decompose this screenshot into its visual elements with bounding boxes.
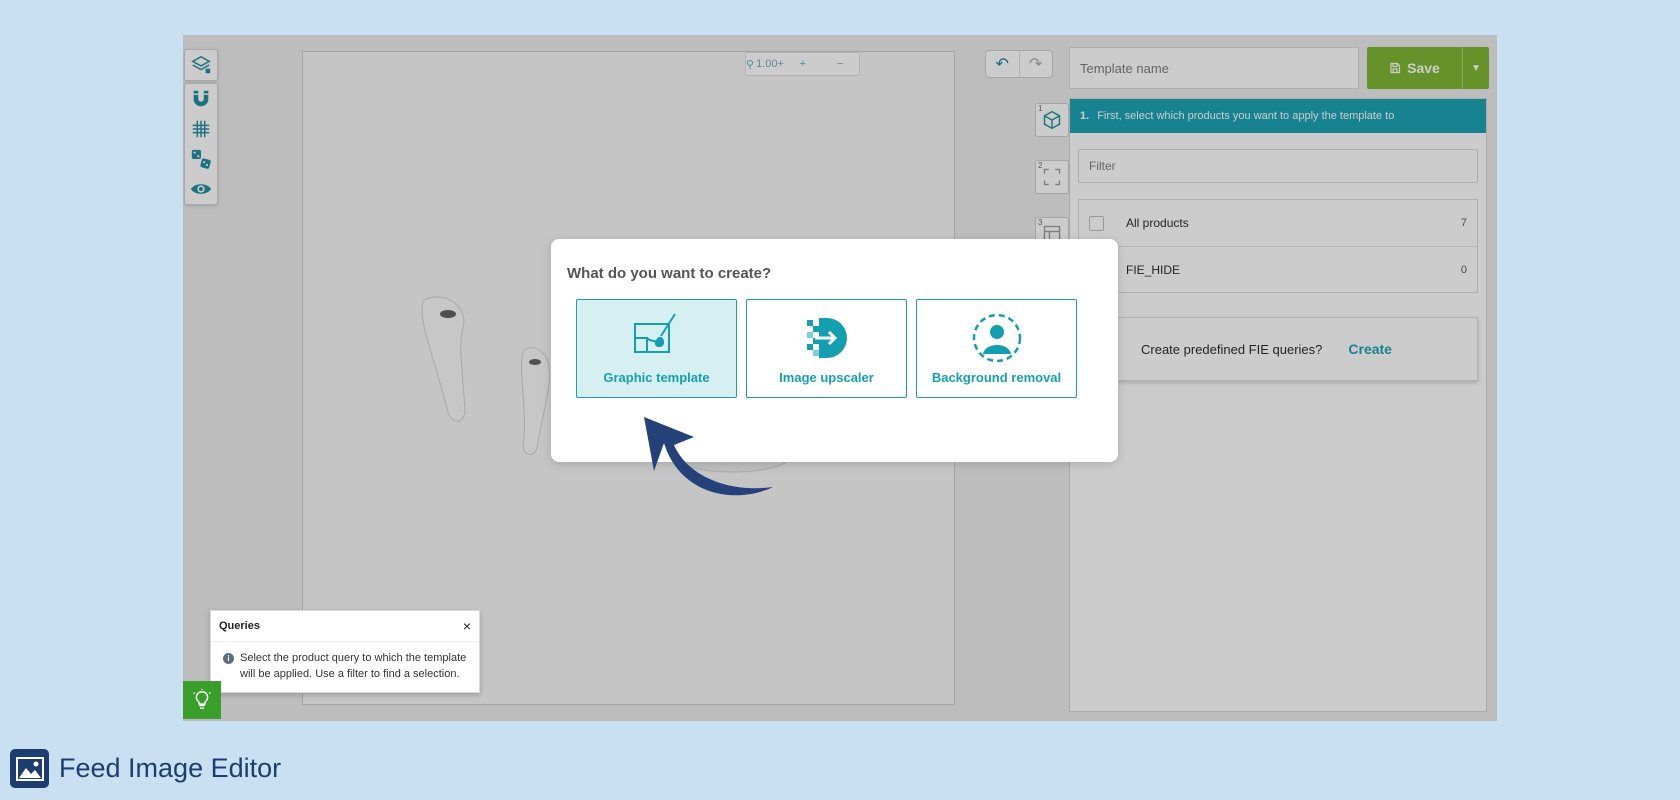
curved-arrow-pointer xyxy=(644,417,773,496)
modal-title: What do you want to create? xyxy=(567,265,772,282)
create-type-modal: What do you want to create? Graphic temp… xyxy=(551,239,1118,462)
background-removal-option[interactable]: Background removal xyxy=(916,299,1077,398)
graphic-template-icon xyxy=(633,313,676,353)
option-label: Image upscaler xyxy=(779,370,874,385)
queries-text: Select the product query to which the te… xyxy=(240,652,467,680)
image-upscaler-option[interactable]: Image upscaler xyxy=(746,299,907,398)
brand-name: Feed Image Editor xyxy=(59,753,282,783)
image-logo-icon xyxy=(10,749,49,788)
lightbulb-icon xyxy=(193,689,211,709)
hint-button[interactable] xyxy=(183,681,221,719)
background-removal-icon xyxy=(972,313,1021,363)
queries-header: Queries × xyxy=(211,611,479,642)
graphic-template-option[interactable]: Graphic template xyxy=(576,299,737,398)
brand-footer: Feed Image Editor xyxy=(10,749,281,788)
queries-title: Queries xyxy=(219,620,260,632)
option-label: Graphic template xyxy=(603,370,710,385)
info-icon: i xyxy=(223,653,234,664)
queries-body: i Select the product query to which the … xyxy=(211,642,479,690)
close-icon[interactable]: × xyxy=(463,618,471,634)
image-upscaler-icon xyxy=(806,318,847,358)
queries-popover: Queries × i Select the product query to … xyxy=(210,610,480,693)
option-label: Background removal xyxy=(931,370,1062,385)
